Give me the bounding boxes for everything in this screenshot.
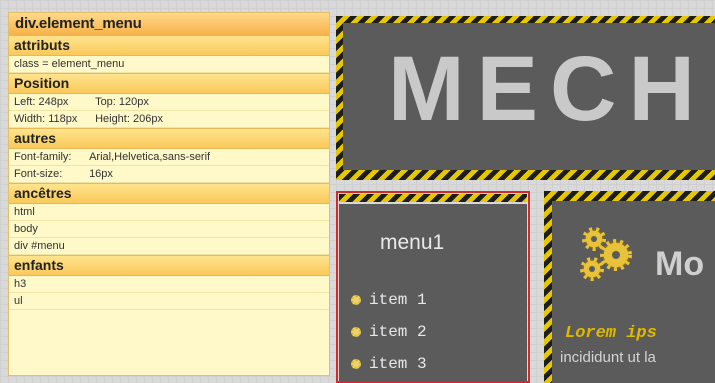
child-item[interactable]: ul <box>9 293 329 310</box>
content-lorem-heading: Lorem ips <box>565 324 657 343</box>
class-attribute: class = element_menu <box>9 56 329 73</box>
position-row-2: Width: 118px Height: 206px <box>9 111 329 128</box>
content-title: Mo <box>655 245 705 283</box>
child-item[interactable]: h3 <box>9 276 329 293</box>
section-position: Position <box>9 73 329 94</box>
width-value: Width: 118px <box>14 113 78 125</box>
section-ancetres: ancêtres <box>9 183 329 204</box>
ancestor-item[interactable]: div #menu <box>9 238 329 255</box>
menu-item-label: item 1 <box>369 291 427 309</box>
menu-item-label: item 3 <box>369 355 427 373</box>
menu-title: menu1 <box>380 231 445 254</box>
site-logo: MECH <box>388 38 707 140</box>
section-attributs: attributs <box>9 35 329 56</box>
font-family-value: Arial,Helvetica,sans-serif <box>89 151 211 163</box>
element-inspector-panel: div.element_menu attributs class = eleme… <box>8 12 330 376</box>
content-body-text: incididunt ut la <box>560 349 656 366</box>
small-gear-icon <box>351 327 361 337</box>
font-family-label: Font-family: <box>14 151 72 163</box>
font-family-row: Font-family: Arial,Helvetica,sans-serif <box>9 149 329 166</box>
height-value: Height: 206px <box>95 113 163 125</box>
ancestor-item[interactable]: html <box>9 204 329 221</box>
menu-item[interactable]: item 1 <box>351 290 427 310</box>
small-gear-icon <box>351 359 361 369</box>
gear-icon <box>580 227 632 281</box>
top-value: Top: 120px <box>95 96 149 108</box>
position-row-1: Left: 248px Top: 120px <box>9 94 329 111</box>
menu-item[interactable]: item 2 <box>351 322 427 342</box>
font-size-value: 16px <box>89 168 113 180</box>
section-enfants: enfants <box>9 255 329 276</box>
menu-item[interactable]: item 3 <box>351 354 427 374</box>
ancestor-item[interactable]: body <box>9 221 329 238</box>
left-value: Left: 248px <box>14 96 69 108</box>
font-size-label: Font-size: <box>14 168 63 180</box>
menu-item-label: item 2 <box>369 323 427 341</box>
inspector-title: div.element_menu <box>9 13 329 35</box>
font-size-row: Font-size: 16px <box>9 166 329 183</box>
small-gear-icon <box>351 295 361 305</box>
section-autres: autres <box>9 128 329 149</box>
